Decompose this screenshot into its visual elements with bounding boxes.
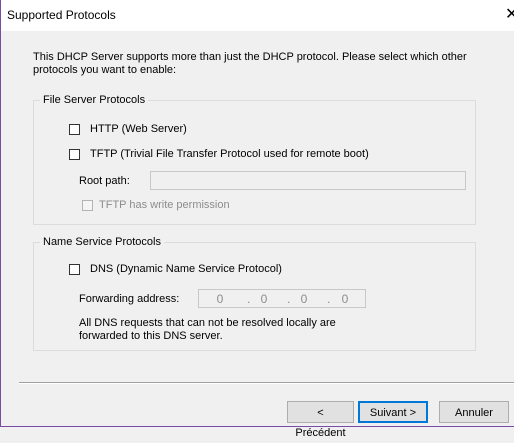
ip-dot: . [247,292,251,306]
cancel-button[interactable]: Annuler [439,401,509,423]
close-icon[interactable]: ✕ [505,5,514,25]
window-title: Supported Protocols [7,8,116,22]
dns-checkbox[interactable] [69,264,80,275]
title-bar: Supported Protocols ✕ [1,0,514,31]
file-server-protocols-group: File Server Protocols HTTP (Web Server) … [33,94,476,225]
ip-dot: . [287,292,291,306]
file-server-group-label: File Server Protocols [40,94,149,107]
footer-separator [19,382,514,384]
ip-octet-2[interactable]: 0 [257,292,271,306]
back-button[interactable]: < Précédent [287,401,354,439]
tftp-checkbox[interactable] [69,149,80,160]
tftp-checkbox-label[interactable]: TFTP (Trivial File Transfer Protocol use… [90,148,369,161]
next-button[interactable]: Suivant > [358,401,428,423]
write-permission-label: TFTP has write permission [99,199,230,211]
ip-dot: . [327,292,331,306]
name-service-group-label: Name Service Protocols [40,236,164,249]
ip-octet-3[interactable]: 0 [297,292,311,306]
root-path-label: Root path: [79,175,130,187]
dns-checkbox-label[interactable]: DNS (Dynamic Name Service Protocol) [90,263,282,276]
intro-text: This DHCP Server supports more than just… [33,51,467,76]
dns-forwarding-note: All DNS requests that can not be resolve… [79,317,336,342]
ip-octet-1[interactable]: 0 [213,292,227,306]
name-service-protocols-group: Name Service Protocols DNS (Dynamic Name… [33,236,476,351]
forwarding-address-input[interactable]: 0 . 0 . 0 . 0 [198,289,366,308]
root-path-input[interactable] [150,171,466,190]
forwarding-address-label: Forwarding address: [79,293,180,305]
http-checkbox[interactable] [69,124,80,135]
http-checkbox-label[interactable]: HTTP (Web Server) [90,123,187,136]
supported-protocols-dialog: Supported Protocols ✕ This DHCP Server s… [0,0,514,439]
ip-octet-4[interactable]: 0 [338,292,352,306]
write-permission-checkbox [82,200,93,211]
